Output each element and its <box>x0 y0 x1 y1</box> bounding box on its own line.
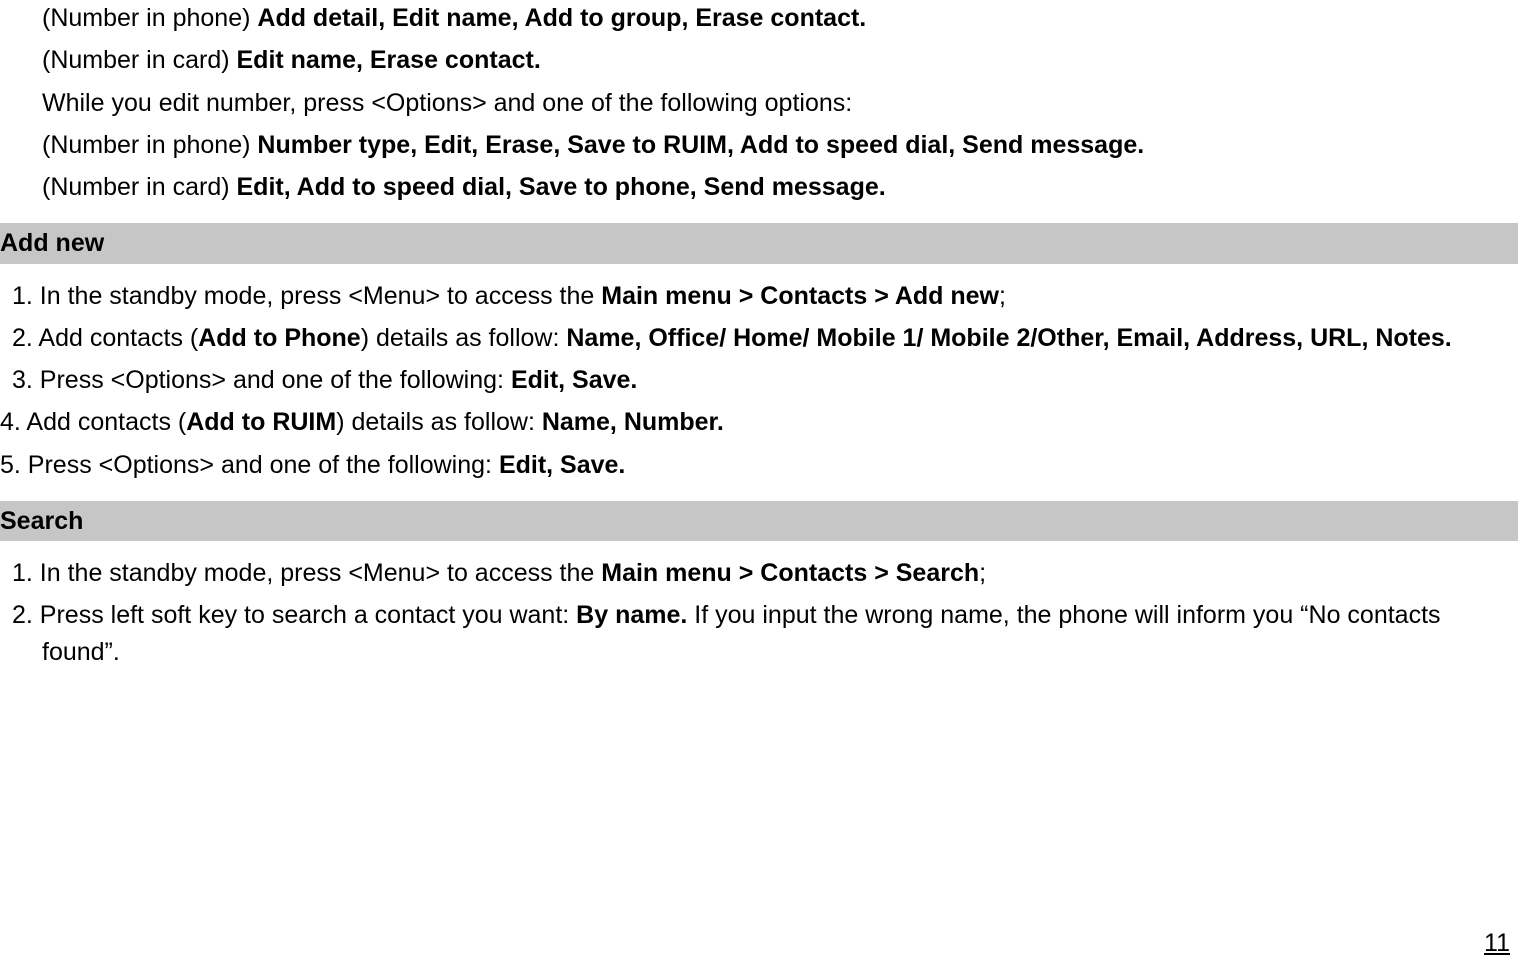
text: (Number in card) <box>42 173 237 201</box>
text: ; <box>979 559 986 587</box>
bold-text: Add detail, Edit name, Add to group, Era… <box>257 4 866 32</box>
text: Add contacts ( <box>33 324 198 352</box>
bold-text: Edit, Save. <box>511 366 637 394</box>
document-page: (Number in phone) Add detail, Edit name,… <box>0 0 1518 670</box>
heading-search: Search <box>0 501 1518 541</box>
text: (Number in card) <box>42 46 237 74</box>
bold-text: Main menu > Contacts > Add new <box>601 282 999 310</box>
bold-text: Add to Phone <box>198 324 360 352</box>
text: ) details as follow: <box>361 324 567 352</box>
line-card-options: (Number in card) Edit name, Erase contac… <box>42 42 1508 78</box>
intro-block: (Number in phone) Add detail, Edit name,… <box>42 0 1508 205</box>
page-number: 11 <box>1484 925 1510 961</box>
list-item: 4. Add contacts (Add to RUIM) details as… <box>0 404 1518 440</box>
list-item: 5. Press <Options> and one of the follow… <box>0 447 1518 483</box>
item-number: 3. <box>12 366 33 394</box>
bold-text: Number type, Edit, Erase, Save to RUIM, … <box>257 131 1144 159</box>
text: In the standby mode, press <Menu> to acc… <box>33 559 601 587</box>
bold-text: Main menu > Contacts > Search <box>601 559 979 587</box>
bold-text: Name, Office/ Home/ Mobile 1/ Mobile 2/O… <box>566 324 1451 352</box>
text: In the standby mode, press <Menu> to acc… <box>33 282 601 310</box>
bold-text: Add to RUIM <box>186 408 336 436</box>
line-phone-number-options: (Number in phone) Number type, Edit, Era… <box>42 127 1508 163</box>
bold-text: Edit, Save. <box>499 451 625 479</box>
page-number-text: 11 <box>1484 929 1510 957</box>
item-number: 2. <box>12 601 33 629</box>
line-edit-number: While you edit number, press <Options> a… <box>42 85 1508 121</box>
list-item: 3. Press <Options> and one of the follow… <box>0 362 1518 398</box>
text: Press <Options> and one of the following… <box>21 451 499 479</box>
list-item: 1. In the standby mode, press <Menu> to … <box>0 278 1518 314</box>
line-card-number-options: (Number in card) Edit, Add to speed dial… <box>42 169 1508 205</box>
text: Press <Options> and one of the following… <box>33 366 511 394</box>
item-number: 5. <box>0 451 21 479</box>
list-item: 2. Press left soft key to search a conta… <box>0 597 1518 670</box>
text: (Number in phone) <box>42 131 257 159</box>
bold-text: Edit, Add to speed dial, Save to phone, … <box>237 173 886 201</box>
text: ; <box>999 282 1006 310</box>
item-number: 2. <box>12 324 33 352</box>
add-new-list: 1. In the standby mode, press <Menu> to … <box>0 278 1518 483</box>
bold-text: By name. <box>576 601 687 629</box>
item-number: 1. <box>12 559 33 587</box>
heading-add-new: Add new <box>0 223 1518 263</box>
text: ) details as follow: <box>336 408 542 436</box>
text: (Number in phone) <box>42 4 257 32</box>
list-item: 1. In the standby mode, press <Menu> to … <box>0 555 1518 591</box>
search-list: 1. In the standby mode, press <Menu> to … <box>0 555 1518 670</box>
heading-text: Search <box>0 507 83 535</box>
bold-text: Name, Number. <box>542 408 724 436</box>
bold-text: Edit name, Erase contact. <box>237 46 541 74</box>
item-number: 4. <box>0 408 21 436</box>
line-phone-options: (Number in phone) Add detail, Edit name,… <box>42 0 1508 36</box>
item-number: 1. <box>12 282 33 310</box>
text: Add contacts ( <box>21 408 186 436</box>
list-item: 2. Add contacts (Add to Phone) details a… <box>0 320 1518 356</box>
text: While you edit number, press <Options> a… <box>42 89 852 117</box>
text: Press left soft key to search a contact … <box>33 601 576 629</box>
heading-text: Add new <box>0 229 104 257</box>
